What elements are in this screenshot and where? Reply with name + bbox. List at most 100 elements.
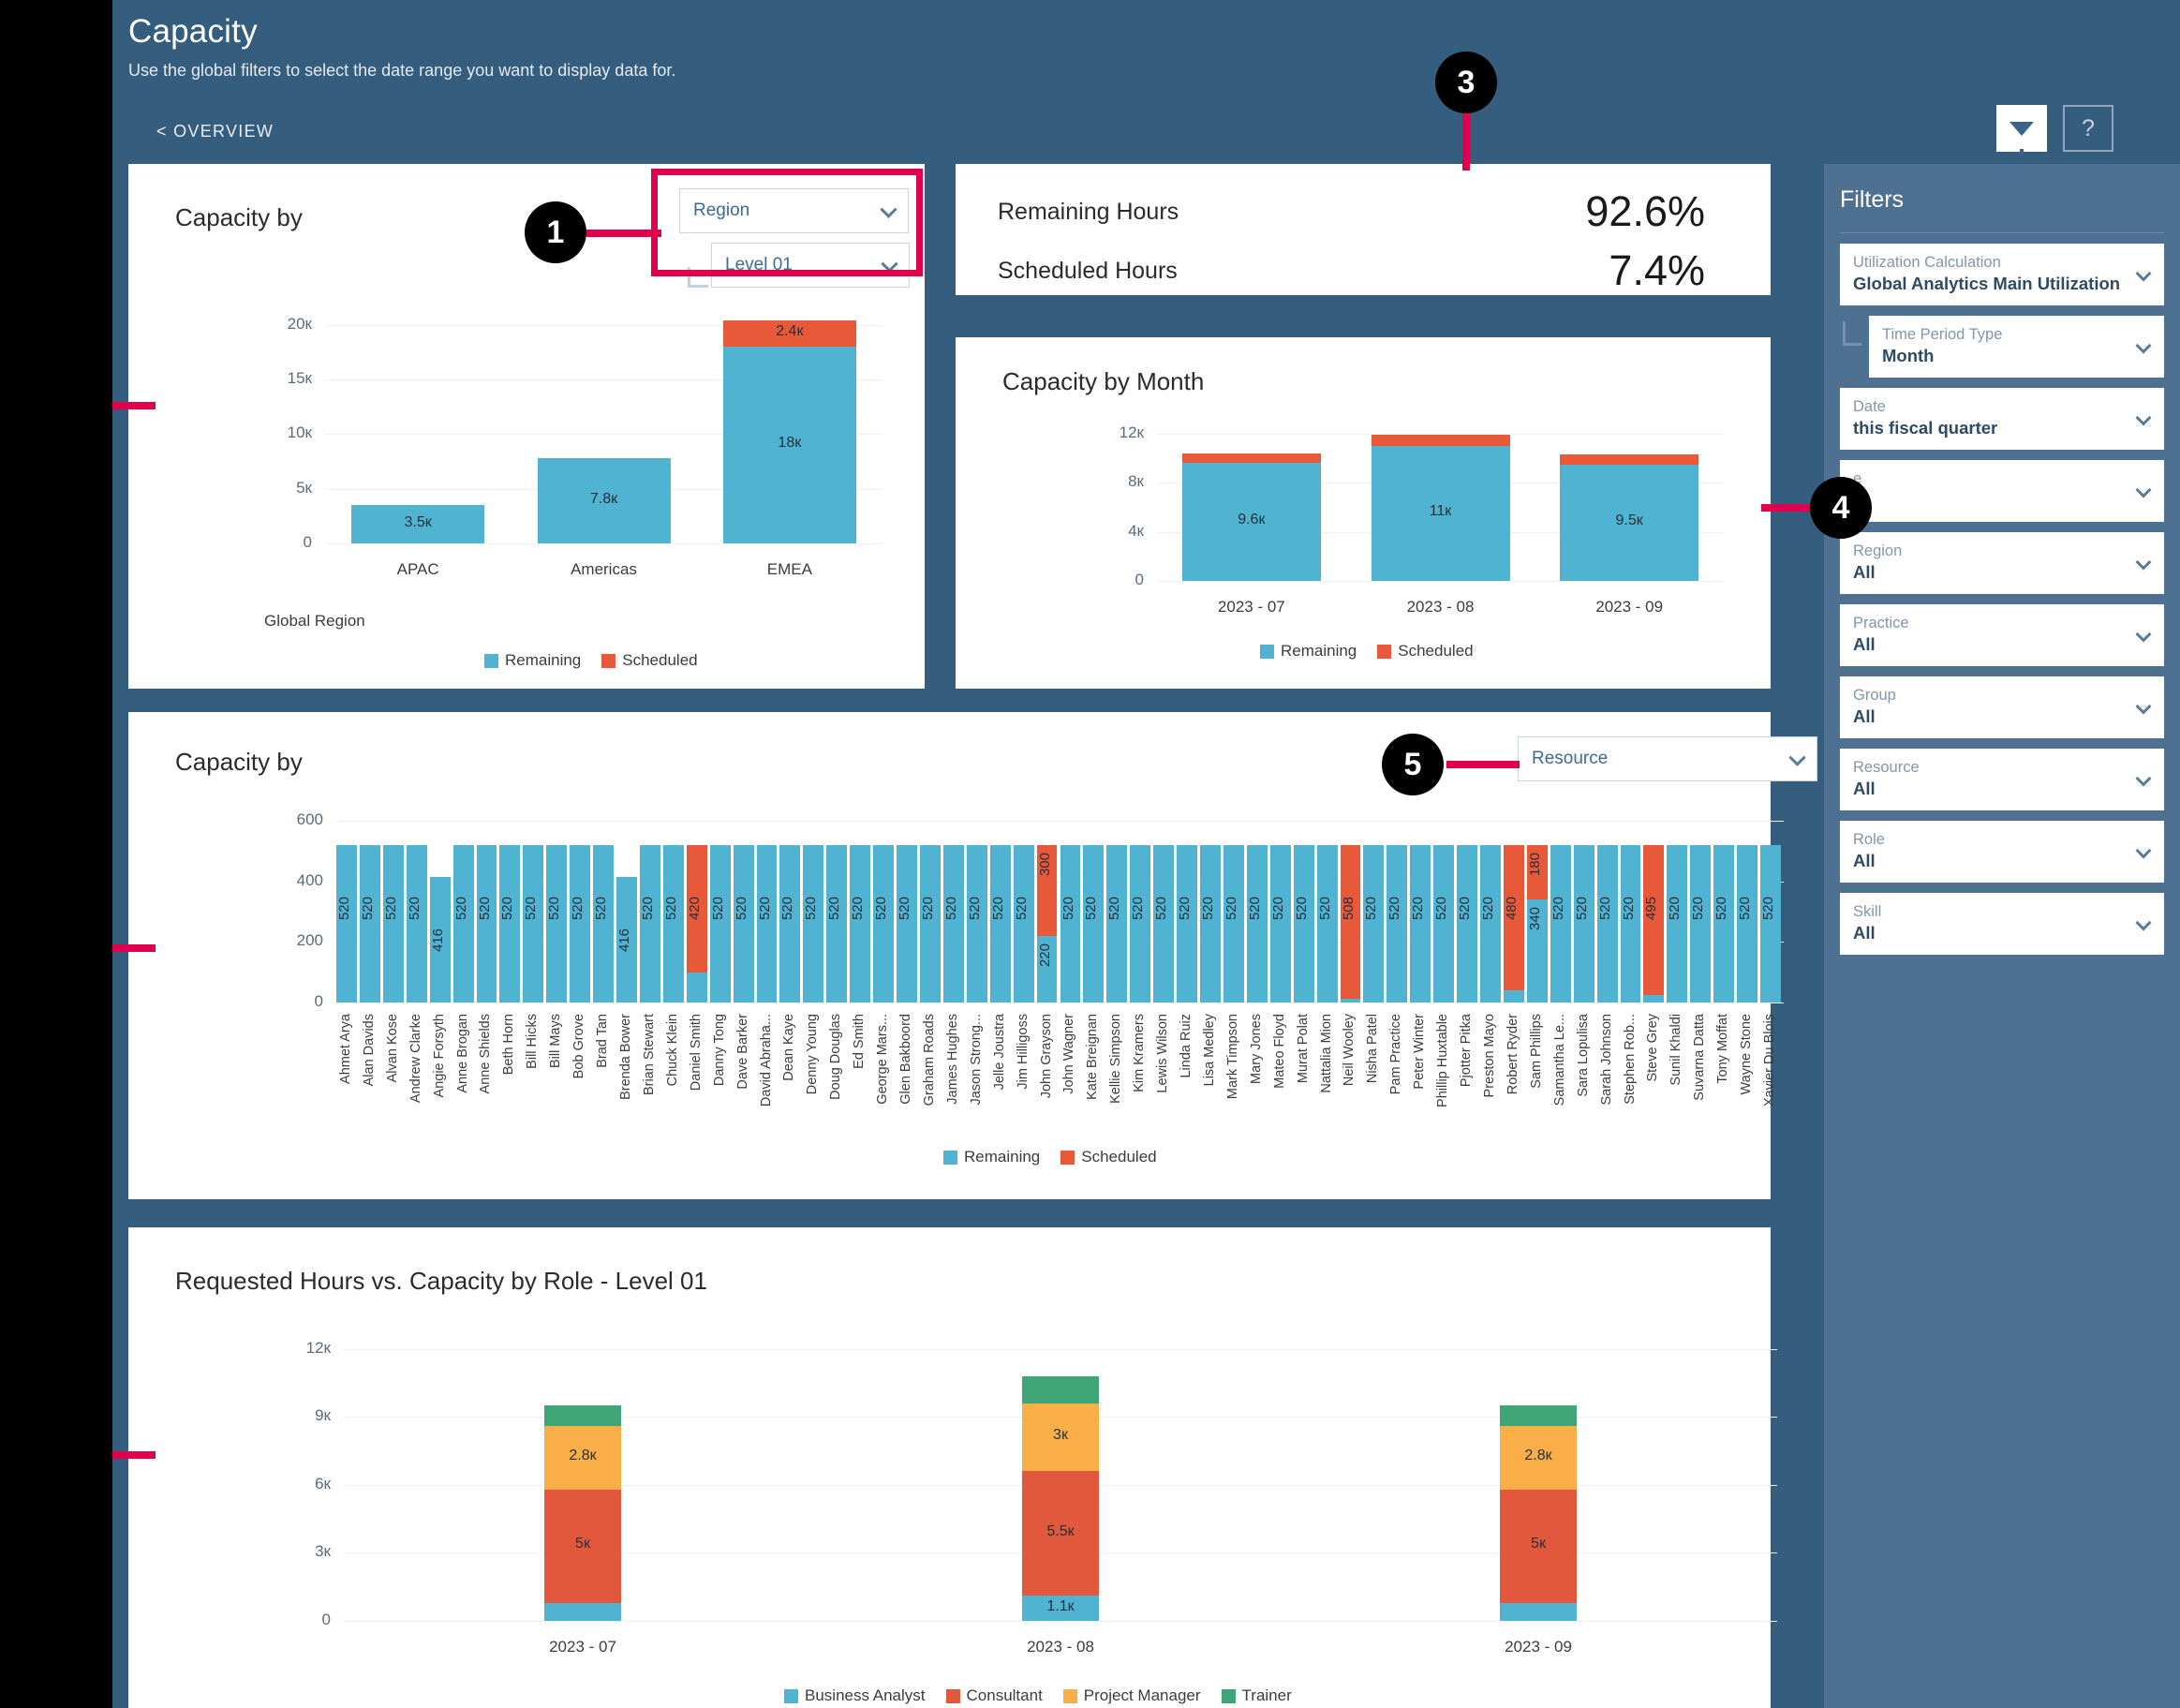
overview-back-link[interactable]: < OVERVIEW [156,122,274,141]
bar-segment[interactable]: 520 [1153,845,1174,1003]
bar-segment[interactable]: 520 [850,845,870,1003]
bar-segment[interactable] [1022,1376,1099,1404]
bar-segment[interactable] [544,1603,621,1621]
bar-segment[interactable] [1560,454,1698,464]
bar-segment[interactable]: 520 [477,845,497,1003]
bar-segment[interactable]: 520 [1713,845,1734,1003]
bar-segment[interactable] [1182,453,1321,463]
resource-dimension-select[interactable]: Resource [1518,736,1817,781]
bar-segment[interactable]: 520 [897,845,917,1003]
bar-segment[interactable]: 520 [990,845,1011,1003]
bar-segment[interactable]: 520 [1597,845,1618,1003]
filter-item-practice[interactable]: PracticeAll [1840,604,2164,666]
bar-segment[interactable] [1500,1603,1577,1621]
legend-item[interactable]: Trainer [1222,1686,1292,1705]
bar-segment[interactable]: 508 [1341,845,1361,999]
bar-segment[interactable]: 416 [616,877,637,1003]
bar-segment[interactable]: 520 [1247,845,1268,1003]
filter-item-region[interactable]: RegionAll [1840,532,2164,594]
bar-segment[interactable]: 1.1к [1022,1596,1099,1621]
bar-segment[interactable]: 520 [967,845,987,1003]
bar-segment[interactable]: 520 [1667,845,1687,1003]
bar-segment[interactable] [1504,990,1524,1003]
bar-segment[interactable]: 416 [430,877,451,1003]
bar-segment[interactable]: 3.5к [351,505,484,543]
bar-segment[interactable]: 520 [873,845,894,1003]
filter-toggle-button[interactable] [1996,105,2047,152]
filter-item-e[interactable]: e [1840,460,2164,522]
bar-segment[interactable]: 520 [523,845,543,1003]
bar-segment[interactable]: 520 [499,845,520,1003]
bar-segment[interactable]: 520 [1550,845,1571,1003]
bar-segment[interactable]: 520 [943,845,964,1003]
bar-segment[interactable]: 520 [1294,845,1314,1003]
bar-segment[interactable]: 520 [570,845,590,1003]
filter-item-role[interactable]: RoleAll [1840,821,2164,883]
bar-segment[interactable]: 180 [1527,845,1548,899]
bar-segment[interactable]: 520 [336,845,357,1003]
filter-item-resource[interactable]: ResourceAll [1840,749,2164,810]
bar-segment[interactable]: 340 [1527,899,1548,1003]
bar-segment[interactable]: 520 [1083,845,1104,1003]
bar-segment[interactable]: 520 [1130,845,1150,1003]
bar-segment[interactable]: 520 [734,845,754,1003]
bar-segment[interactable]: 300 [1037,845,1058,936]
bar-segment[interactable]: 2.8к [1500,1426,1577,1490]
legend-item[interactable]: Project Manager [1063,1686,1201,1705]
bar-segment[interactable]: 520 [1433,845,1454,1003]
bar-segment[interactable]: 520 [1480,845,1501,1003]
bar-segment[interactable]: 520 [663,845,684,1003]
bar-segment[interactable] [1500,1405,1577,1426]
bar-segment[interactable]: 5к [1500,1490,1577,1603]
bar-segment[interactable]: 520 [1574,845,1594,1003]
filter-item-skill[interactable]: SkillAll [1840,893,2164,955]
bar-segment[interactable]: 520 [1760,845,1781,1003]
bar-segment[interactable]: 520 [453,845,474,1003]
bar-segment[interactable]: 2.4к [723,320,856,347]
legend-item[interactable]: Scheduled [1060,1148,1156,1166]
bar-segment[interactable]: 520 [1737,845,1757,1003]
legend-item[interactable]: Consultant [946,1686,1043,1705]
bar-segment[interactable]: 520 [920,845,941,1003]
bar-segment[interactable]: 520 [803,845,823,1003]
legend-item[interactable]: Remaining [943,1148,1040,1166]
bar-segment[interactable]: 520 [1317,845,1338,1003]
bar-segment[interactable]: 520 [1387,845,1407,1003]
bar-segment[interactable]: 520 [1200,845,1221,1003]
bar-segment[interactable]: 520 [1690,845,1711,1003]
bar-segment[interactable] [1643,995,1664,1003]
filter-item-group[interactable]: GroupAll [1840,676,2164,738]
bar-segment[interactable]: 5.5к [1022,1471,1099,1596]
legend-item[interactable]: Scheduled [1377,642,1473,661]
bar-segment[interactable]: 520 [710,845,731,1003]
bar-segment[interactable]: 7.8к [538,458,671,543]
legend-item[interactable]: Business Analyst [784,1686,926,1705]
bar-segment[interactable]: 520 [1060,845,1081,1003]
bar-segment[interactable] [544,1405,621,1426]
bar-segment[interactable]: 3к [1022,1404,1099,1472]
bar-segment[interactable]: 520 [360,845,380,1003]
bar-segment[interactable]: 520 [826,845,847,1003]
bar-segment[interactable]: 520 [1270,845,1291,1003]
bar-segment[interactable]: 520 [383,845,404,1003]
bar-segment[interactable]: 520 [593,845,614,1003]
bar-segment[interactable]: 520 [1014,845,1034,1003]
bar-segment[interactable]: 520 [1457,845,1477,1003]
bar-segment[interactable]: 11к [1372,446,1510,581]
bar-segment[interactable]: 18к [723,347,856,543]
bar-segment[interactable]: 480 [1504,845,1524,990]
bar-segment[interactable]: 520 [1223,845,1244,1003]
bar-segment[interactable] [1372,435,1510,446]
legend-item[interactable]: Remaining [1260,642,1357,661]
bar-segment[interactable] [687,973,707,1003]
bar-segment[interactable]: 520 [1177,845,1197,1003]
bar-segment[interactable]: 9.5к [1560,465,1698,581]
bar-segment[interactable]: 520 [1106,845,1127,1003]
bar-segment[interactable]: 520 [757,845,778,1003]
bar-segment[interactable]: 520 [546,845,567,1003]
bar-segment[interactable]: 520 [407,845,427,1003]
bar-segment[interactable]: 2.8к [544,1426,621,1490]
bar-segment[interactable]: 520 [1621,845,1641,1003]
bar-segment[interactable]: 520 [779,845,800,1003]
bar-segment[interactable]: 520 [1410,845,1431,1003]
